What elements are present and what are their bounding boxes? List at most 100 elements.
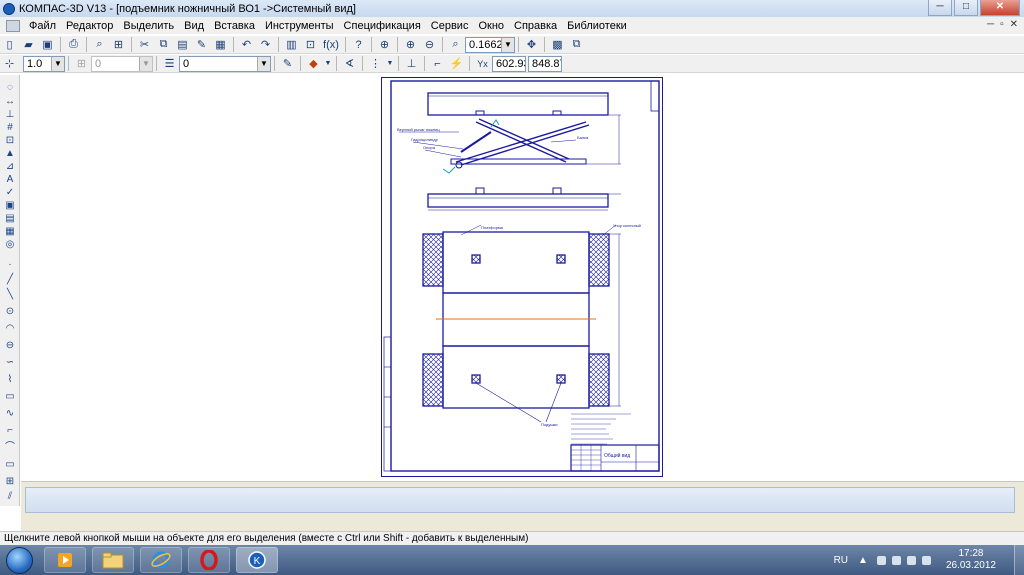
format-painter-icon[interactable]: ✎ xyxy=(193,37,210,53)
circle-icon[interactable]: ⊙ xyxy=(3,305,17,318)
grid-icon[interactable]: ⋮ xyxy=(367,56,384,72)
menu-view[interactable]: Вид xyxy=(179,20,209,32)
orthogonal-mode-icon[interactable]: ∢ xyxy=(341,56,358,72)
language-indicator[interactable]: RU xyxy=(834,555,848,566)
drawing-canvas[interactable]: Верхний рычаг ножниц Гидроцилиндр Опора … xyxy=(21,75,1024,481)
tray-expand-icon[interactable]: ▲ xyxy=(858,555,868,566)
reports-icon[interactable]: ✓ xyxy=(3,186,17,199)
variables-icon[interactable]: ⊡ xyxy=(302,37,319,53)
volume-icon[interactable] xyxy=(921,555,931,565)
brush-icon[interactable]: ✎ xyxy=(279,56,296,72)
layers-icon[interactable]: ☰ xyxy=(161,56,178,72)
menu-specification[interactable]: Спецификация xyxy=(339,20,426,32)
local-cs-icon[interactable]: ⊥ xyxy=(403,56,420,72)
menu-service[interactable]: Сервис xyxy=(426,20,474,32)
ellipse-icon[interactable]: ⊖ xyxy=(3,339,17,352)
geometry-icon[interactable]: ◌ xyxy=(3,81,17,94)
menu-libraries[interactable]: Библиотеки xyxy=(562,20,632,32)
color-icon[interactable]: ◆ xyxy=(305,56,322,72)
chevron-down-icon[interactable]: ▼ xyxy=(386,56,394,72)
line-scale-combo[interactable]: 1.0 ▼ xyxy=(23,55,65,72)
menu-tools[interactable]: Инструменты xyxy=(260,20,339,32)
clock[interactable]: 17:28 26.03.2012 xyxy=(946,548,996,572)
snap-icon[interactable]: ⊹ xyxy=(1,56,18,72)
fillet-icon[interactable]: ⌒ xyxy=(3,441,17,454)
menu-window[interactable]: Окно xyxy=(473,20,509,32)
chamfer-icon[interactable]: ⌐ xyxy=(3,424,17,437)
show-all-icon[interactable]: ⧉ xyxy=(568,37,585,53)
zoom-in-icon[interactable]: ⊕ xyxy=(402,37,419,53)
library-manager-icon[interactable]: ▥ xyxy=(283,37,300,53)
view-icon[interactable]: ◎ xyxy=(3,238,17,251)
mdi-close-button[interactable]: ✕ xyxy=(1010,19,1018,30)
menu-help[interactable]: Справка xyxy=(509,20,562,32)
cut-icon[interactable]: ✂ xyxy=(136,37,153,53)
macro-icon[interactable]: ▤ xyxy=(3,212,17,225)
zoom-scale-icon[interactable]: ⌕ xyxy=(447,37,464,53)
menu-file[interactable]: Файл xyxy=(24,20,61,32)
help-pointer-icon[interactable]: ? xyxy=(350,37,367,53)
mdi-minimize-button[interactable]: ─ xyxy=(987,19,994,30)
chevron-down-icon[interactable]: ▼ xyxy=(324,56,332,72)
hatch-icon[interactable]: ▭ xyxy=(3,458,17,471)
collection-icon[interactable]: ⫽ xyxy=(3,490,17,503)
measure-icon[interactable]: ▲ xyxy=(3,147,17,160)
zoom-out-icon[interactable]: ⊖ xyxy=(421,37,438,53)
new-document-icon[interactable]: ▯ xyxy=(1,37,18,53)
properties-icon[interactable]: ▦ xyxy=(212,37,229,53)
maximize-button[interactable]: □ xyxy=(954,0,978,16)
coord-x-field[interactable]: 602.939 xyxy=(492,55,526,72)
flag-icon[interactable] xyxy=(891,555,901,565)
media-player-icon[interactable] xyxy=(44,547,86,573)
zoom-window-icon[interactable]: ⊕ xyxy=(376,37,393,53)
start-button[interactable] xyxy=(6,547,33,574)
segment-icon[interactable]: ╲ xyxy=(3,288,17,301)
copy-icon[interactable]: ⧉ xyxy=(155,37,172,53)
redo-icon[interactable]: ↷ xyxy=(257,37,274,53)
select-icon[interactable]: ⊿ xyxy=(3,160,17,173)
snap-settings-icon[interactable]: ⚡ xyxy=(448,56,465,72)
edit-icon[interactable]: # xyxy=(3,121,17,134)
fx-icon[interactable]: f(x) xyxy=(321,37,341,53)
close-button[interactable]: ✕ xyxy=(980,0,1020,16)
menu-insert[interactable]: Вставка xyxy=(209,20,260,32)
equidistant-icon[interactable]: ⊞ xyxy=(3,475,17,488)
layer-combo[interactable]: 0 ▼ xyxy=(179,55,271,72)
undo-icon[interactable]: ↶ xyxy=(238,37,255,53)
parametrization-icon[interactable]: ⊡ xyxy=(3,134,17,147)
insert-icon[interactable]: ▣ xyxy=(3,199,17,212)
open-folder-icon[interactable]: ▰ xyxy=(20,37,37,53)
network-icon[interactable] xyxy=(876,555,886,565)
document-icon[interactable] xyxy=(6,19,20,32)
manager-icon[interactable]: ⊞ xyxy=(110,37,127,53)
internet-explorer-icon[interactable] xyxy=(140,547,182,573)
chevron-down-icon[interactable]: ▼ xyxy=(257,56,270,71)
coord-y-field[interactable]: 848.876 xyxy=(528,55,562,72)
minimize-button[interactable]: ─ xyxy=(928,0,952,16)
save-icon[interactable]: ▣ xyxy=(39,37,56,53)
rectangle-icon[interactable]: ▭ xyxy=(3,390,17,403)
zoom-combo[interactable]: 0.1662 ▼ xyxy=(465,36,515,53)
polyline-icon[interactable]: ⌇ xyxy=(3,373,17,386)
ortho-icon[interactable]: ⌐ xyxy=(429,56,446,72)
designation-icon[interactable]: ⊥ xyxy=(3,108,17,121)
line-icon[interactable]: ╱ xyxy=(3,273,17,286)
opera-icon[interactable] xyxy=(188,547,230,573)
arc-icon[interactable]: ◠ xyxy=(3,322,17,335)
pan-icon[interactable]: ✥ xyxy=(523,37,540,53)
point-icon[interactable]: · xyxy=(3,258,17,271)
spline-icon[interactable]: ∽ xyxy=(3,356,17,369)
refresh-view-icon[interactable]: ▩ xyxy=(549,37,566,53)
paste-icon[interactable]: ▤ xyxy=(174,37,191,53)
table-icon[interactable]: ▦ xyxy=(3,225,17,238)
mdi-restore-button[interactable]: ▫ xyxy=(1000,19,1004,30)
dimensions-icon[interactable]: ↔ xyxy=(3,95,17,108)
contour-icon[interactable]: ∿ xyxy=(3,407,17,420)
menu-editor[interactable]: Редактор xyxy=(61,20,118,32)
print-icon[interactable]: ⎙ xyxy=(65,37,82,53)
preview-icon[interactable]: ⌕ xyxy=(91,37,108,53)
show-desktop-button[interactable] xyxy=(1014,545,1024,575)
explorer-folder-icon[interactable] xyxy=(92,547,134,573)
kompas-taskbar-icon[interactable]: K xyxy=(236,547,278,573)
menu-select[interactable]: Выделить xyxy=(118,20,179,32)
